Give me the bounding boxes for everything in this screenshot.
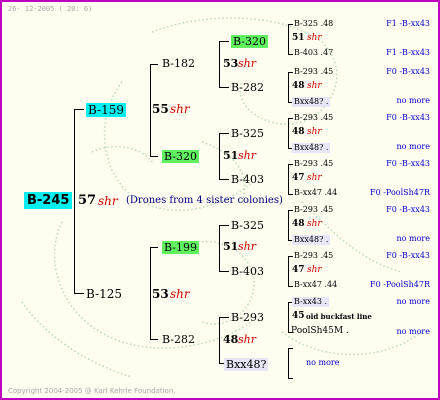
gen3-shr-3: shr (238, 240, 256, 253)
gen3-label-4[interactable]: B-282 (162, 334, 195, 345)
gen2-upper-number: 55 (152, 102, 169, 116)
gen4-label-8[interactable]: Bxx48? (224, 358, 269, 371)
gen5-6-lower-origin: F0 -PoolSh47R (370, 280, 430, 289)
gen4-label-3[interactable]: B-325 (231, 128, 264, 139)
gen5-4-lower-origin: F0 -PoolSh47R (370, 188, 430, 197)
gen5-2-number: 48 (292, 81, 305, 91)
gen5-5-lower-origin: no more (396, 234, 430, 243)
gen1-upper-label[interactable]: B-159 (86, 103, 126, 117)
gen5-5-number: 48 (292, 219, 305, 229)
gen5-2-lower[interactable]: Bxx48? . (292, 97, 331, 107)
gen2-upper-shr: shr (170, 102, 190, 116)
gen2-lower-shr: shr (170, 287, 190, 301)
gen5-3-number: 48 (292, 127, 305, 137)
gen5-1-lower[interactable]: B-403 .47 (294, 49, 333, 57)
gen5-4-lower[interactable]: B-xx47 .44 (294, 189, 337, 197)
gen5-6-upper-origin: F0 -B-xx43 (386, 251, 430, 260)
gen3-label-2[interactable]: B-320 (162, 150, 199, 163)
date-header: 26- 12-2005 ( 20: 6) (8, 5, 93, 13)
gen5-7-lower-origin: no more (396, 327, 430, 336)
gen5-3-upper[interactable]: B-293 .45 (294, 114, 333, 122)
gen5-1-upper[interactable]: B-325 .48 (294, 20, 333, 28)
gen5-7-number: 45 (292, 311, 305, 321)
gen5-7-lower[interactable]: PoolSh45M . (291, 327, 349, 336)
gen3-shr-4: shr (238, 333, 256, 346)
gen5-4-shr: shr (307, 173, 322, 183)
gen5-7-line-note: old buckfast line (306, 312, 372, 321)
root-queen-label[interactable]: B-245 (24, 192, 73, 209)
gen4-label-4[interactable]: B-403 (231, 174, 264, 185)
gen5-4-upper-origin: F0 -B-xx43 (386, 159, 430, 168)
gen4-label-5[interactable]: B-325 (231, 220, 264, 231)
gen1-lower-label[interactable]: B-125 (86, 288, 122, 300)
root-shr: shr (98, 194, 118, 208)
gen2-lower-number: 53 (152, 287, 169, 301)
gen5-6-shr: shr (307, 265, 322, 275)
gen4-label-7[interactable]: B-293 (231, 312, 264, 323)
gen3-label-1[interactable]: B-182 (162, 58, 195, 69)
gen5-7-upper-origin: no more (396, 297, 430, 306)
gen5-6-lower[interactable]: B-xx47 .44 (294, 281, 337, 289)
gen5-1-shr: shr (307, 33, 322, 43)
gen5-1-upper-origin: F1 -B-xx43 (386, 19, 430, 28)
gen5-8-no-more: no more (306, 358, 340, 367)
gen5-1-lower-origin: F1 -B-xx43 (386, 48, 430, 57)
gen5-3-upper-origin: F0 -B-xx43 (386, 113, 430, 122)
gen5-5-lower[interactable]: Bxx48? . (292, 235, 331, 245)
gen4-label-1[interactable]: B-320 (231, 35, 268, 48)
gen5-7-upper[interactable]: B-xx43 . (292, 297, 330, 307)
gen5-5-upper-origin: F0 -B-xx43 (386, 205, 430, 214)
pedigree-frame: 26- 12-2005 ( 20: 6) Copyright 2004-2005… (0, 0, 440, 400)
gen4-label-2[interactable]: B-282 (231, 82, 264, 93)
gen3-number-1: 53 (223, 57, 239, 70)
gen5-2-upper[interactable]: B-293 .45 (294, 68, 333, 76)
gen5-2-upper-origin: F0 -B-xx43 (386, 67, 430, 76)
gen5-5-shr: shr (307, 219, 322, 229)
root-number: 57 (78, 193, 97, 208)
copyright-footer: Copyright 2004-2005 @ Karl Kehrle Founda… (8, 387, 176, 395)
gen3-label-3[interactable]: B-199 (162, 241, 199, 254)
gen5-6-upper[interactable]: B-293 .45 (294, 252, 333, 260)
gen5-2-shr: shr (307, 81, 322, 91)
gen5-5-upper[interactable]: B-293 .45 (294, 206, 333, 214)
gen5-4-upper[interactable]: B-293 .45 (294, 160, 333, 168)
gen5-6-number: 47 (292, 265, 305, 275)
gen5-4-number: 47 (292, 173, 305, 183)
gen5-3-lower-origin: no more (396, 142, 430, 151)
gen5-3-lower[interactable]: Bxx48? . (292, 143, 331, 153)
root-drones-note: (Drones from 4 sister colonies) (126, 195, 283, 206)
gen5-3-shr: shr (307, 127, 322, 137)
gen4-label-6[interactable]: B-403 (231, 266, 264, 277)
gen5-2-lower-origin: no more (396, 96, 430, 105)
gen5-1-number: 51 (292, 33, 305, 43)
gen3-shr-2: shr (238, 149, 256, 162)
gen3-number-4: 48 (223, 333, 239, 346)
gen3-number-2: 51 (223, 149, 239, 162)
gen3-shr-1: shr (238, 57, 256, 70)
gen3-number-3: 51 (223, 240, 239, 253)
